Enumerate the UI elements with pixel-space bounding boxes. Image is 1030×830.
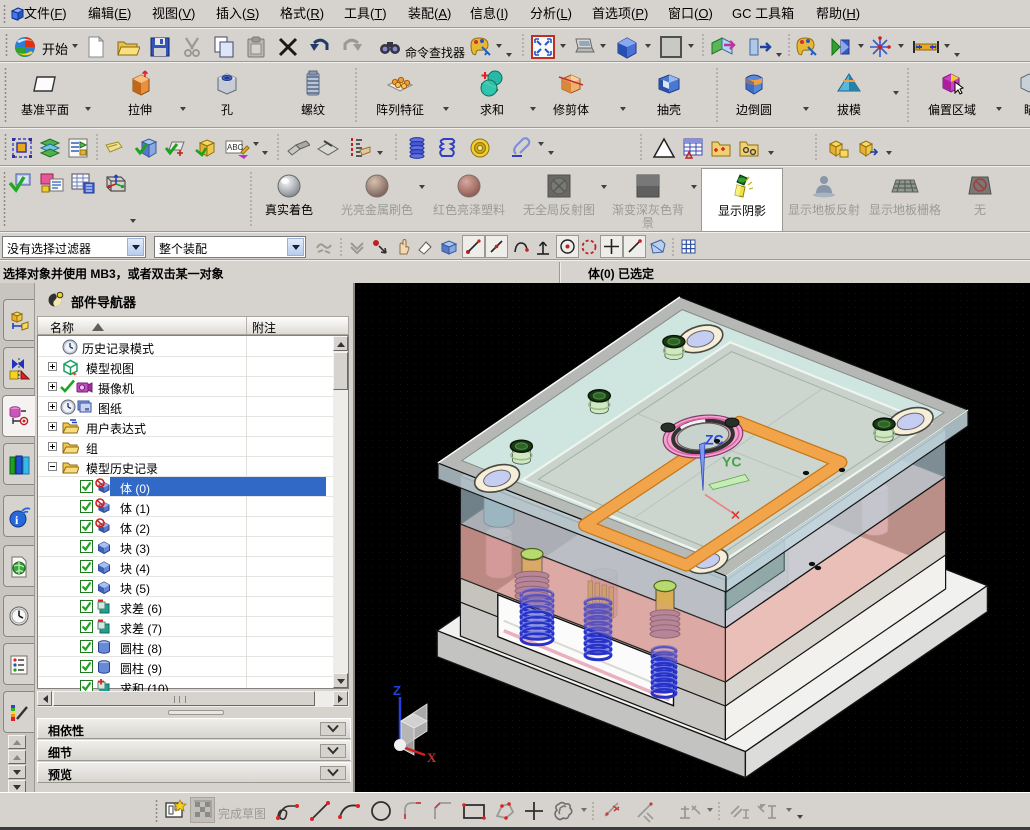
svg-text:ZC: ZC bbox=[705, 432, 724, 448]
svg-text:YC: YC bbox=[722, 454, 741, 470]
svg-text:Z: Z bbox=[393, 683, 401, 698]
svg-text:ABC: ABC bbox=[227, 143, 244, 152]
svg-text:X: X bbox=[427, 750, 437, 765]
